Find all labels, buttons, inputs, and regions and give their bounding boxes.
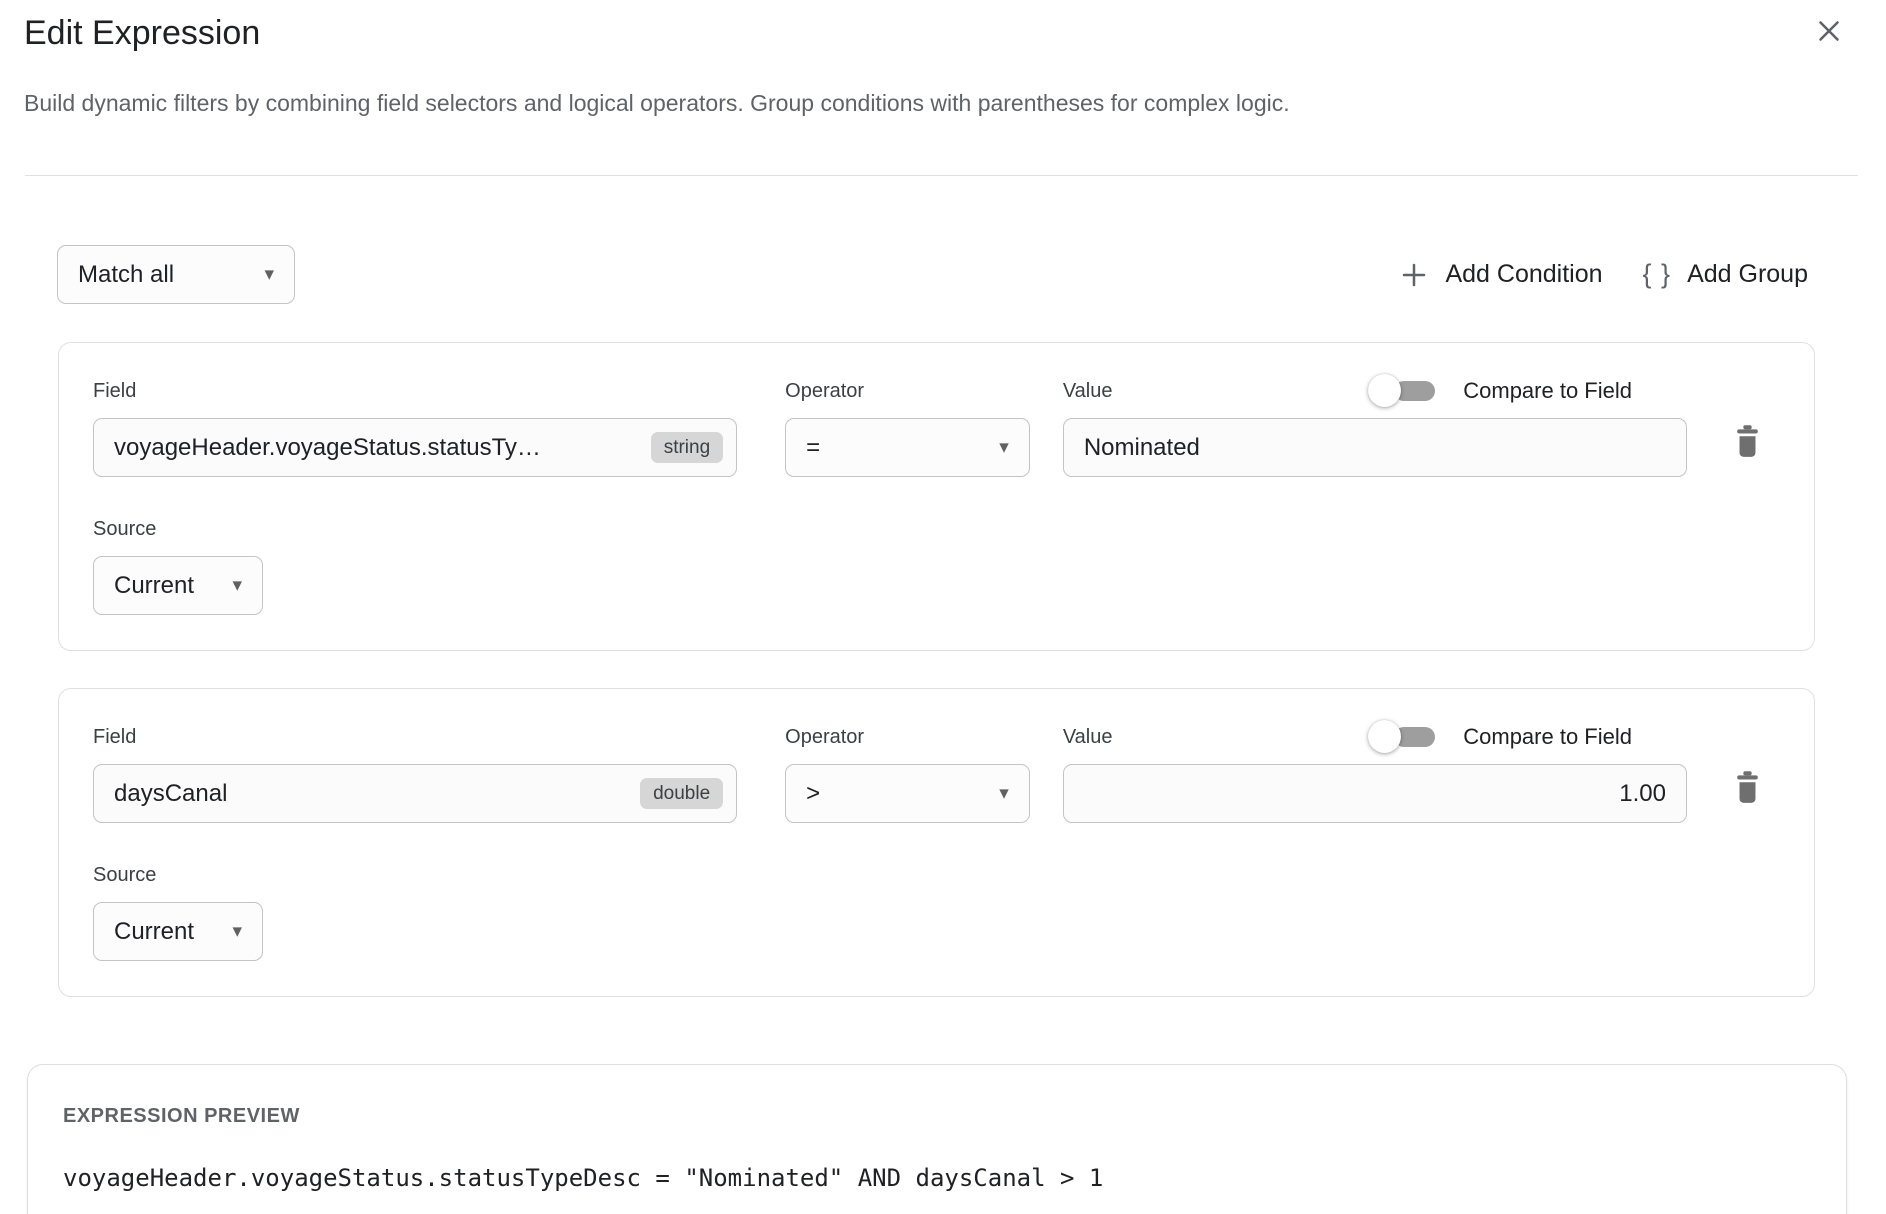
page-title: Edit Expression: [24, 10, 260, 56]
operator-value: >: [806, 780, 820, 808]
add-group-label: Add Group: [1687, 260, 1808, 289]
field-label: Field: [93, 726, 136, 749]
chevron-down-icon: ▾: [264, 265, 274, 284]
trash-icon: [1731, 423, 1764, 459]
type-badge: string: [651, 432, 723, 463]
source-select[interactable]: Current ▾: [93, 556, 263, 615]
field-label: Field: [93, 380, 136, 403]
expression-preview-panel: EXPRESSION PREVIEW voyageHeader.voyageSt…: [27, 1064, 1847, 1214]
source-value: Current: [114, 918, 194, 946]
condition-card: Field daysCanal double Operator > ▾ Valu…: [58, 688, 1815, 997]
add-group-button[interactable]: { } Add Group: [1643, 259, 1808, 290]
match-mode-select[interactable]: Match all ▾: [57, 245, 295, 304]
condition-card: Field voyageHeader.voyageStatus.statusTy…: [58, 342, 1815, 651]
expression-preview-heading: EXPRESSION PREVIEW: [63, 1105, 1816, 1128]
delete-condition-button[interactable]: [1731, 423, 1764, 459]
dialog-header: Edit Expression Build dynamic filters by…: [0, 0, 1886, 118]
dialog-description: Build dynamic filters by combining field…: [24, 88, 1862, 118]
operator-select[interactable]: > ▾: [785, 764, 1030, 823]
source-select[interactable]: Current ▾: [93, 902, 263, 961]
type-badge: double: [640, 778, 723, 809]
chevron-down-icon: ▾: [232, 576, 242, 595]
header-divider: [25, 175, 1858, 176]
source-label: Source: [93, 864, 156, 887]
source-label: Source: [93, 518, 156, 541]
expression-toolbar: Match all ▾ Add Condition { } Add Group: [57, 245, 1808, 304]
field-input[interactable]: voyageHeader.voyageStatus.statusTy… stri…: [93, 418, 737, 477]
compare-to-field-label: Compare to Field: [1463, 378, 1632, 404]
chevron-down-icon: ▾: [232, 922, 242, 941]
operator-label: Operator: [785, 380, 864, 403]
close-button[interactable]: [1812, 14, 1846, 48]
add-condition-label: Add Condition: [1445, 260, 1602, 289]
match-mode-value: Match all: [78, 261, 174, 289]
plus-icon: [1399, 260, 1429, 290]
value-input[interactable]: [1063, 418, 1687, 477]
source-value: Current: [114, 572, 194, 600]
add-condition-button[interactable]: Add Condition: [1399, 260, 1602, 290]
toggle-thumb: [1368, 374, 1401, 407]
expression-text: voyageHeader.voyageStatus.statusTypeDesc…: [63, 1164, 1816, 1192]
operator-value: =: [806, 434, 820, 462]
braces-icon: { }: [1643, 259, 1672, 290]
delete-condition-button[interactable]: [1731, 769, 1764, 805]
toggle-thumb: [1368, 720, 1401, 753]
value-label: Value: [1063, 380, 1113, 403]
compare-to-field-toggle[interactable]: [1368, 720, 1435, 754]
chevron-down-icon: ▾: [999, 784, 1009, 803]
operator-select[interactable]: = ▾: [785, 418, 1030, 477]
operator-label: Operator: [785, 726, 864, 749]
chevron-down-icon: ▾: [999, 438, 1009, 457]
edit-expression-dialog: Edit Expression Build dynamic filters by…: [0, 0, 1886, 1214]
close-icon: [1812, 14, 1846, 48]
compare-to-field-label: Compare to Field: [1463, 724, 1632, 750]
compare-to-field-toggle[interactable]: [1368, 374, 1435, 408]
field-value: voyageHeader.voyageStatus.statusTy…: [114, 434, 541, 462]
field-value: daysCanal: [114, 780, 227, 808]
trash-icon: [1731, 769, 1764, 805]
value-input[interactable]: [1063, 764, 1687, 823]
value-label: Value: [1063, 726, 1113, 749]
field-input[interactable]: daysCanal double: [93, 764, 737, 823]
